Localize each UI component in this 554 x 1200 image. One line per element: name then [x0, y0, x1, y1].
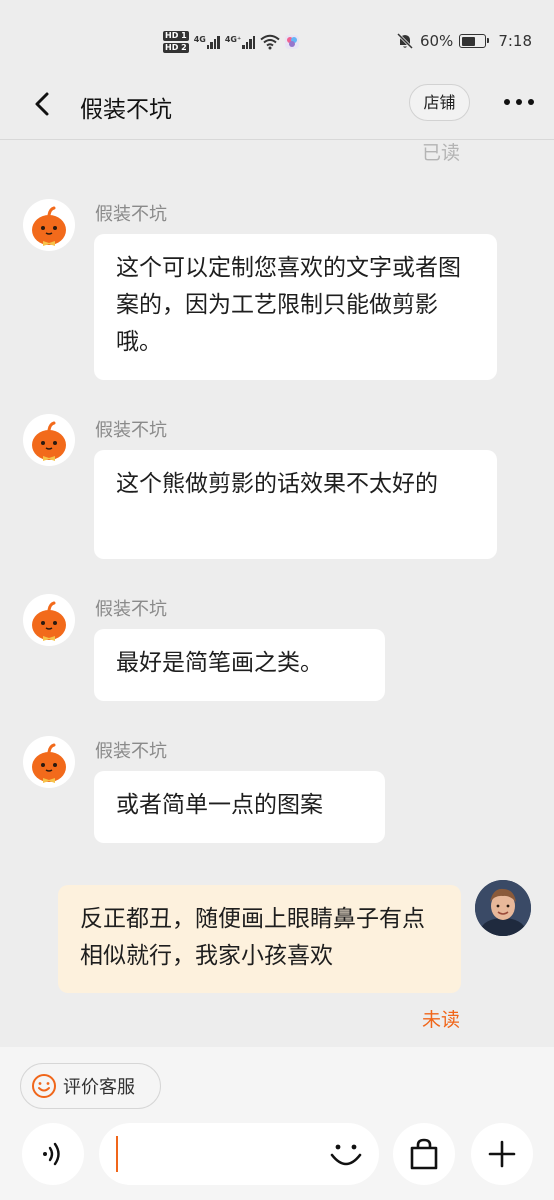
- battery-icon: [459, 34, 490, 48]
- more-icon[interactable]: [500, 91, 538, 113]
- pumpkin-mascot-icon: [32, 601, 66, 641]
- clock: 7:18: [498, 32, 532, 50]
- status-icons-left: HD 1 HD 2 4G 4G⁺: [163, 28, 300, 56]
- hd2-badge: HD 2: [163, 43, 189, 53]
- message-bubble[interactable]: 这个可以定制您喜欢的文字或者图案的，因为工艺限制只能做剪影哦。: [94, 234, 497, 380]
- pumpkin-mascot-icon: [32, 421, 66, 461]
- message-sender: 假装不坑: [95, 741, 167, 762]
- unread-status: 未读: [421, 1009, 460, 1031]
- mute-bell-icon: [396, 32, 414, 50]
- shop-avatar[interactable]: [23, 736, 75, 788]
- plus-icon: [488, 1140, 516, 1168]
- signal-2: 4G⁺: [224, 35, 256, 49]
- rate-service-label: 评价客服: [63, 1077, 135, 1098]
- signal-bars-2-icon: [242, 35, 256, 49]
- outgoing-message-bubble[interactable]: 反正都丑，随便画上眼睛鼻子有点相似就行，我家小孩喜欢: [58, 885, 461, 993]
- status-icons-right: 60% 7:18: [396, 30, 532, 52]
- battery-percent: 60%: [419, 32, 454, 50]
- chat-header: 假装不坑 店铺: [0, 80, 554, 140]
- pumpkin-mascot-icon: [32, 743, 66, 783]
- input-panel: 评价客服: [0, 1047, 554, 1200]
- message-bubble[interactable]: 或者简单一点的图案: [94, 771, 385, 843]
- voice-icon: [43, 1142, 60, 1166]
- shopping-bag-icon: [410, 1138, 438, 1170]
- hd1-badge: HD 1: [163, 31, 189, 41]
- shop-button[interactable]: 店铺: [409, 84, 470, 121]
- read-status: 已读: [421, 142, 460, 164]
- message-sender: 假装不坑: [95, 420, 167, 441]
- chat-title: 假装不坑: [80, 97, 172, 123]
- app-notification-icon: [285, 35, 300, 49]
- message-bubble[interactable]: 这个熊做剪影的话效果不太好的: [94, 450, 497, 559]
- message-sender: 假装不坑: [95, 599, 167, 620]
- shop-avatar[interactable]: [23, 199, 75, 251]
- rate-service-button[interactable]: 评价客服: [20, 1063, 161, 1109]
- user-photo-icon: [475, 880, 531, 936]
- status-bar: HD 1 HD 2 4G 4G⁺ 60% 7:18: [0, 0, 554, 80]
- pumpkin-mascot-icon: [32, 206, 66, 246]
- shop-avatar[interactable]: [23, 594, 75, 646]
- shopping-bag-button[interactable]: [393, 1123, 455, 1185]
- shop-avatar[interactable]: [23, 414, 75, 466]
- text-cursor: [116, 1136, 118, 1172]
- battery-fill: [461, 36, 475, 46]
- network-type-1: 4G: [193, 35, 206, 44]
- smiley-icon: [32, 1074, 56, 1098]
- voice-button[interactable]: [22, 1123, 84, 1185]
- network-type-2: 4G⁺: [224, 35, 242, 44]
- message-sender: 假装不坑: [95, 204, 167, 225]
- wifi-icon: [260, 34, 280, 50]
- emoji-icon[interactable]: [327, 1135, 365, 1173]
- message-bubble[interactable]: 最好是简笔画之类。: [94, 629, 385, 701]
- plus-button[interactable]: [471, 1123, 533, 1185]
- user-avatar[interactable]: [475, 880, 531, 936]
- back-icon[interactable]: [28, 89, 58, 119]
- message-input[interactable]: [99, 1123, 379, 1185]
- signal-1: 4G: [194, 35, 220, 49]
- signal-bars-1-icon: [206, 35, 220, 49]
